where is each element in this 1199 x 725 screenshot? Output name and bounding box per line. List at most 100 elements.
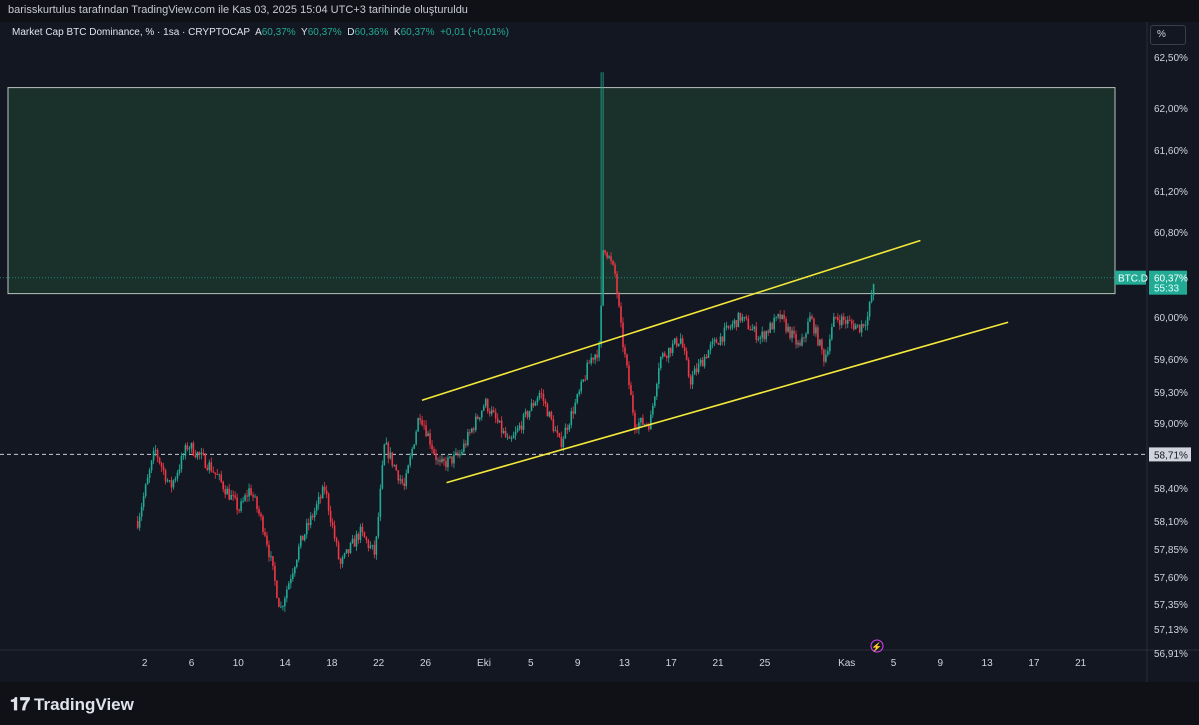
candle-body [323, 486, 326, 491]
candle-body [252, 495, 254, 497]
x-tick-label: 17 [1028, 658, 1040, 669]
scale-percent-button[interactable]: % [1150, 25, 1186, 45]
candle-body [630, 384, 632, 396]
y-tick-label: 58,40% [1154, 484, 1188, 495]
candle-body [168, 480, 171, 482]
price-chart[interactable]: 62,50% 62,00% 61,60% 61,20% 60,80% 60,00% 59,6… [0, 22, 1199, 682]
candle-body [846, 319, 849, 324]
candle-body [262, 516, 264, 533]
candle-body [196, 452, 199, 458]
candle-body [383, 444, 386, 466]
candle-body [204, 454, 207, 468]
candle-body [471, 428, 473, 433]
candle-body [496, 418, 499, 423]
candle-body [246, 495, 248, 497]
candle-body [254, 496, 256, 498]
candle-body [769, 323, 771, 333]
candle-body [307, 523, 310, 526]
candle-body [791, 330, 793, 339]
candle-body [813, 318, 815, 334]
candle-body [198, 452, 201, 455]
candle-body [612, 260, 614, 265]
candle-body [576, 394, 579, 403]
candle-body [512, 435, 515, 439]
candle-body [290, 578, 292, 584]
candle-body [544, 400, 547, 404]
candle-body [624, 347, 626, 355]
candle-body [620, 306, 622, 323]
candle-body [166, 480, 169, 482]
candle-body [296, 559, 298, 568]
candle-body [564, 427, 567, 439]
candle-body [705, 356, 708, 359]
candle-body [689, 376, 692, 385]
candle-body [644, 424, 646, 425]
candle-body [313, 510, 316, 518]
candle-body [467, 432, 469, 446]
candle-body [803, 337, 805, 339]
candle-body [264, 532, 266, 536]
candle-body [425, 425, 427, 437]
candle-body [608, 256, 610, 258]
candle-body [757, 339, 760, 340]
candle-body [815, 327, 817, 334]
candle-body [697, 363, 700, 373]
candle-body [355, 533, 358, 547]
candle-body [717, 343, 720, 345]
x-tick-label: 21 [1075, 658, 1087, 669]
candle-body [367, 540, 370, 548]
candle-body [327, 493, 330, 511]
candle-body [522, 414, 525, 430]
candle-body [212, 471, 215, 473]
candle-body [550, 411, 553, 420]
candle-body [654, 396, 656, 406]
candle-body [534, 402, 537, 406]
lightning-glyph: ⚡ [871, 641, 882, 653]
candle-body [156, 449, 159, 458]
candle-body [765, 331, 768, 340]
candle-body [616, 273, 618, 294]
candle-body [375, 536, 378, 555]
candle-body [783, 314, 785, 319]
candle-body [755, 326, 758, 340]
candle-body [331, 522, 334, 526]
candle-body [590, 357, 592, 364]
candle-body [260, 513, 262, 517]
candle-body [449, 456, 451, 458]
candle-body [494, 412, 497, 419]
candle-body [848, 319, 851, 321]
candle-body [475, 416, 477, 431]
candle-body [560, 436, 563, 448]
tv-logo-icon: 𝟏𝟕 [10, 694, 31, 714]
candle-body [759, 337, 762, 340]
candle-body [274, 565, 276, 581]
x-tick-label: 5 [528, 658, 534, 669]
tradingview-logo: 𝟏𝟕 TradingView [10, 694, 134, 715]
candle-body [152, 451, 155, 461]
candle-body [735, 320, 738, 328]
candle-body [216, 473, 219, 475]
candle-body [220, 474, 223, 482]
candle-body [679, 338, 682, 344]
candle-body [504, 431, 507, 437]
candle-body [478, 417, 481, 420]
candle-body [731, 323, 734, 328]
candle-body [775, 316, 777, 318]
candle-body [409, 456, 411, 466]
candle-body [461, 451, 463, 455]
candle-body [763, 331, 766, 340]
candle-body [691, 374, 694, 385]
candle-body [148, 470, 151, 478]
candle-body [319, 496, 322, 499]
candle-body [540, 393, 543, 394]
candle-body [785, 318, 787, 332]
candle-body [463, 443, 465, 452]
footer: 𝟏𝟕 TradingView [0, 682, 1199, 725]
candle-body [538, 393, 541, 399]
candle-body [431, 444, 433, 450]
candle-body [218, 474, 221, 476]
candle-body [739, 312, 742, 321]
candle-body [482, 406, 485, 411]
candle-body [502, 431, 505, 433]
candle-body [532, 403, 535, 406]
